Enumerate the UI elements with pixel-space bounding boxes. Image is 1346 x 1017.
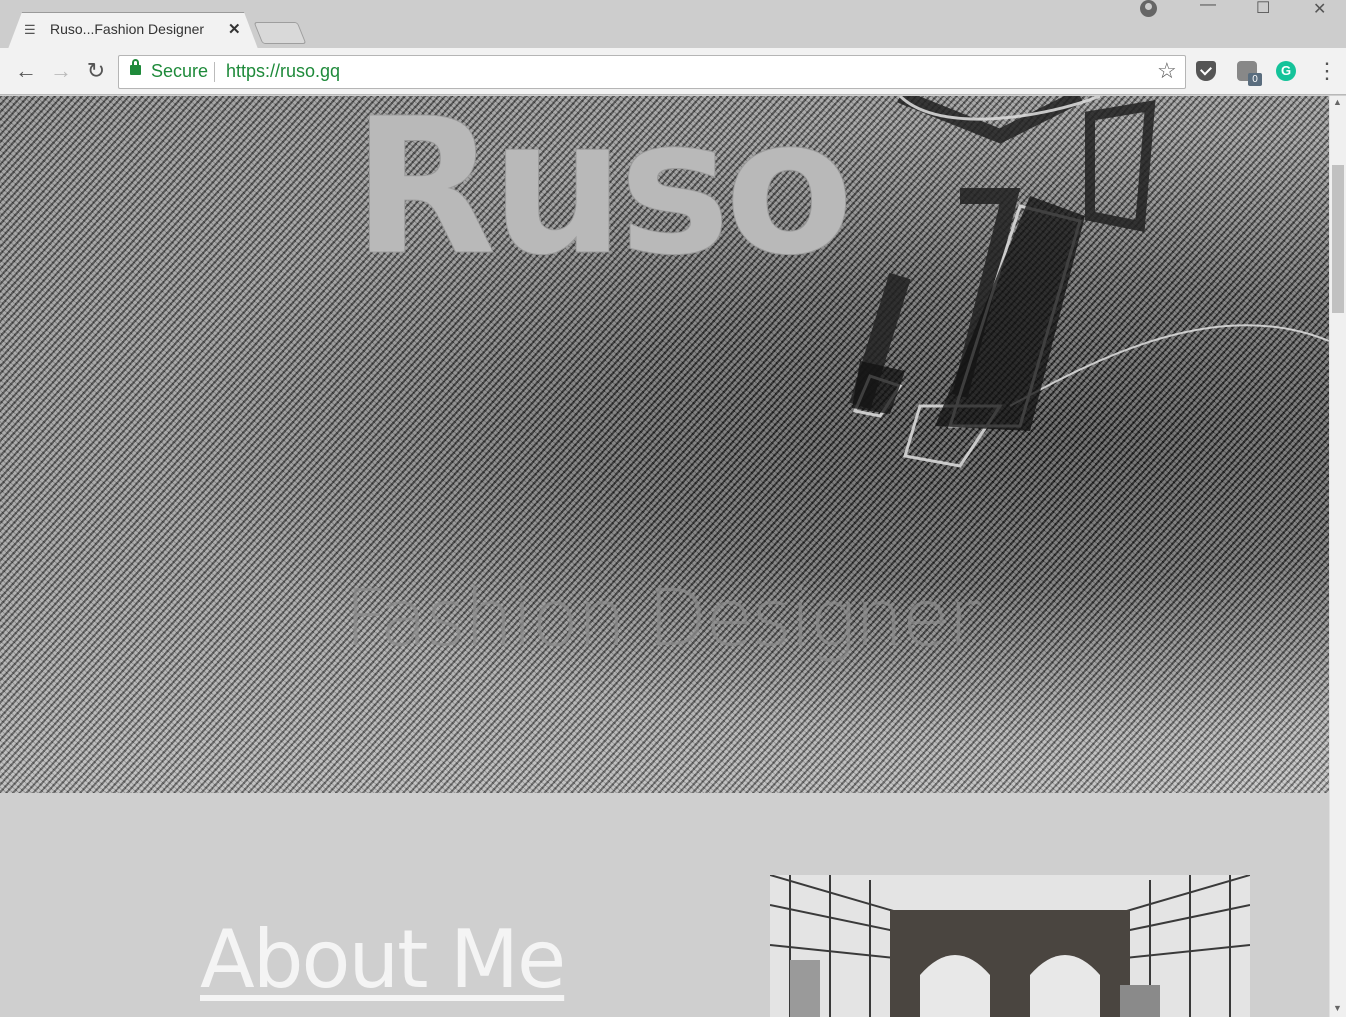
profile-icon[interactable]	[1140, 0, 1157, 17]
bridge-photo	[770, 875, 1250, 1017]
hero-section: Ruso Fashion Designer	[0, 96, 1329, 793]
grammarly-icon[interactable]: G	[1276, 61, 1296, 81]
reload-icon[interactable]: ↻	[84, 58, 108, 84]
secure-label[interactable]: Secure	[151, 61, 208, 82]
hero-subtitle: Fashion Designer	[344, 574, 980, 664]
favicon-icon: ☰	[24, 22, 36, 37]
page-viewport: Ruso Fashion Designer About Me	[0, 96, 1329, 1017]
hero-title: Ruso	[352, 96, 855, 298]
forward-icon[interactable]: →	[49, 58, 73, 84]
scroll-down-arrow-icon[interactable]: ▼	[1333, 1003, 1342, 1013]
address-separator	[214, 62, 215, 82]
minimize-icon[interactable]: —	[1200, 0, 1216, 14]
close-window-icon[interactable]: ✕	[1313, 0, 1326, 19]
scroll-up-arrow-icon[interactable]: ▲	[1333, 97, 1342, 107]
tab-close-icon[interactable]: ✕	[228, 20, 241, 38]
bridge-illustration	[770, 875, 1250, 1017]
bookmark-star-icon[interactable]: ☆	[1157, 58, 1177, 84]
pocket-icon[interactable]	[1196, 61, 1216, 81]
extension-badge: 0	[1248, 73, 1262, 86]
new-tab-button[interactable]	[253, 22, 307, 44]
lock-icon	[130, 59, 141, 75]
menu-icon[interactable]: ⋮	[1316, 58, 1338, 84]
maximize-icon[interactable]: ☐	[1256, 0, 1270, 18]
tab-title: Ruso...Fashion Designer	[50, 21, 205, 37]
url-text[interactable]: https://ruso.gq	[226, 61, 340, 82]
about-heading[interactable]: About Me	[200, 913, 566, 1006]
scroll-thumb[interactable]	[1332, 165, 1344, 313]
back-icon[interactable]: ←	[14, 58, 38, 84]
